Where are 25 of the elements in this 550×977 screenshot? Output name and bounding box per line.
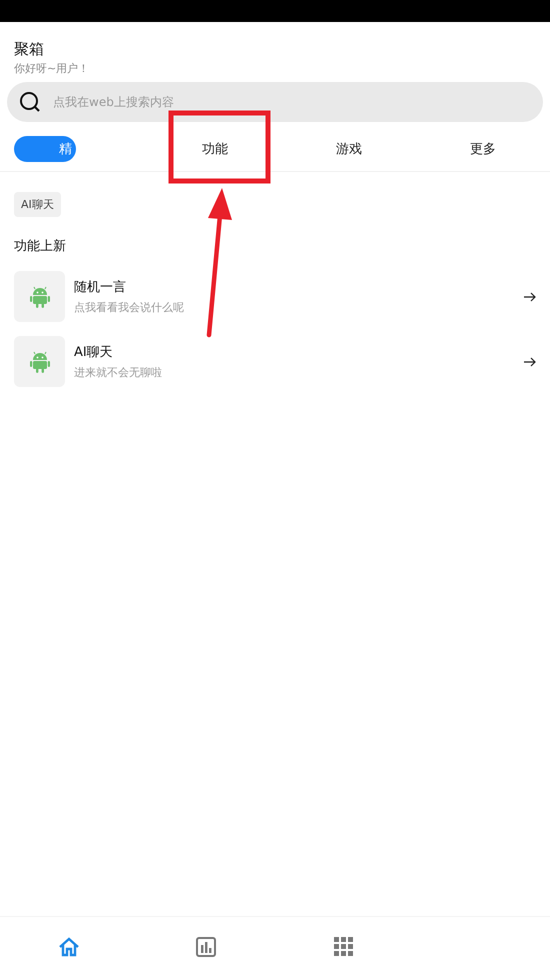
search-bar[interactable]: 点我在web上搜索内容: [7, 82, 543, 122]
apps-icon: [334, 937, 354, 957]
tab[interactable]: 更多: [464, 138, 502, 158]
item-subtitle: 进来就不会无聊啦: [74, 365, 162, 380]
arrow-right-icon: [524, 356, 536, 366]
search-icon: [19, 91, 41, 113]
android-icon: [14, 271, 65, 322]
item-subtitle: 点我看看我会说什么呢: [74, 300, 184, 315]
android-icon: [14, 336, 65, 387]
app-title: 聚箱: [14, 40, 45, 59]
tag-chip[interactable]: AI聊天: [14, 192, 61, 217]
item-title: AI聊天: [74, 344, 113, 361]
arrow-right-icon: [524, 292, 536, 302]
tab[interactable]: 精: [14, 136, 76, 162]
search-field[interactable]: 点我在web上搜索内容: [51, 94, 531, 110]
list-item[interactable]: AI聊天 进来就不会无聊啦: [0, 330, 550, 395]
greeting-text: 你好呀~用户！: [14, 61, 90, 76]
tab[interactable]: 游戏: [330, 138, 368, 158]
nav-button[interactable]: [332, 935, 356, 959]
home-icon: [58, 936, 80, 958]
item-title: 随机一言: [74, 279, 126, 296]
chart-icon: [195, 936, 218, 958]
tab[interactable]: 功能: [196, 138, 234, 158]
list-item[interactable]: 随机一言 点我看看我会说什么呢: [0, 265, 550, 330]
section-title: 功能上新: [14, 238, 67, 255]
